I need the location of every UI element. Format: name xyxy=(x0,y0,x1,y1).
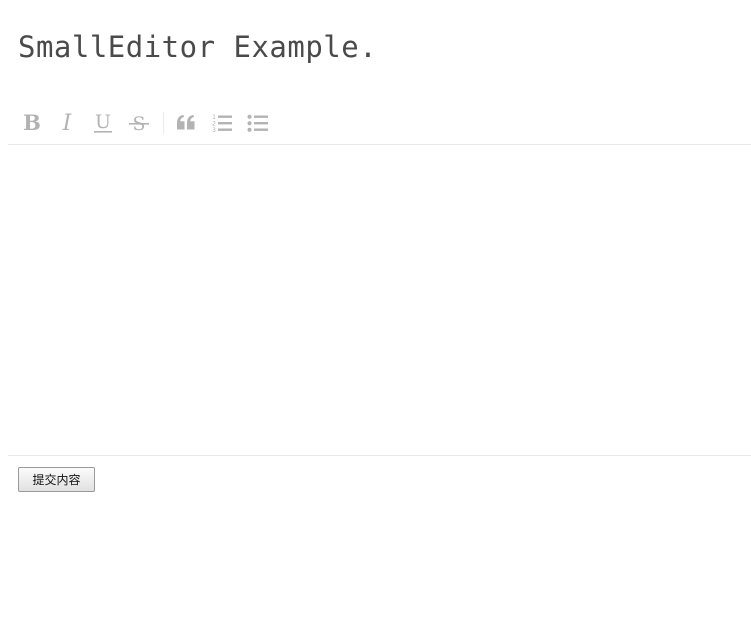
svg-text:3: 3 xyxy=(212,127,216,134)
ordered-list-button[interactable]: 1 2 3 xyxy=(208,110,236,136)
editor-toolbar: B I U S 1 2 3 xyxy=(8,106,751,145)
page: SmallEditor Example. B I U S 1 2 3 提交内容 xyxy=(0,0,751,643)
unordered-list-icon xyxy=(247,114,268,132)
bold-icon: B xyxy=(23,112,41,134)
svg-text:U: U xyxy=(95,111,111,133)
italic-icon: I xyxy=(62,112,73,134)
strikethrough-button[interactable]: S xyxy=(125,110,153,136)
page-title: SmallEditor Example. xyxy=(18,30,378,64)
italic-button[interactable]: I xyxy=(53,110,81,136)
bold-button[interactable]: B xyxy=(18,110,46,136)
editor-content-area[interactable] xyxy=(8,146,751,456)
submit-button[interactable]: 提交内容 xyxy=(18,467,95,492)
underline-button[interactable]: U xyxy=(89,110,117,136)
quote-icon xyxy=(177,115,195,130)
svg-text:I: I xyxy=(62,112,73,134)
strikethrough-icon: S xyxy=(129,113,149,135)
toolbar-separator xyxy=(163,112,164,134)
underline-icon: U xyxy=(94,111,112,133)
blockquote-button[interactable] xyxy=(172,110,200,136)
ordered-list-icon: 1 2 3 xyxy=(212,114,232,134)
unordered-list-button[interactable] xyxy=(244,110,272,136)
svg-text:B: B xyxy=(23,112,41,134)
